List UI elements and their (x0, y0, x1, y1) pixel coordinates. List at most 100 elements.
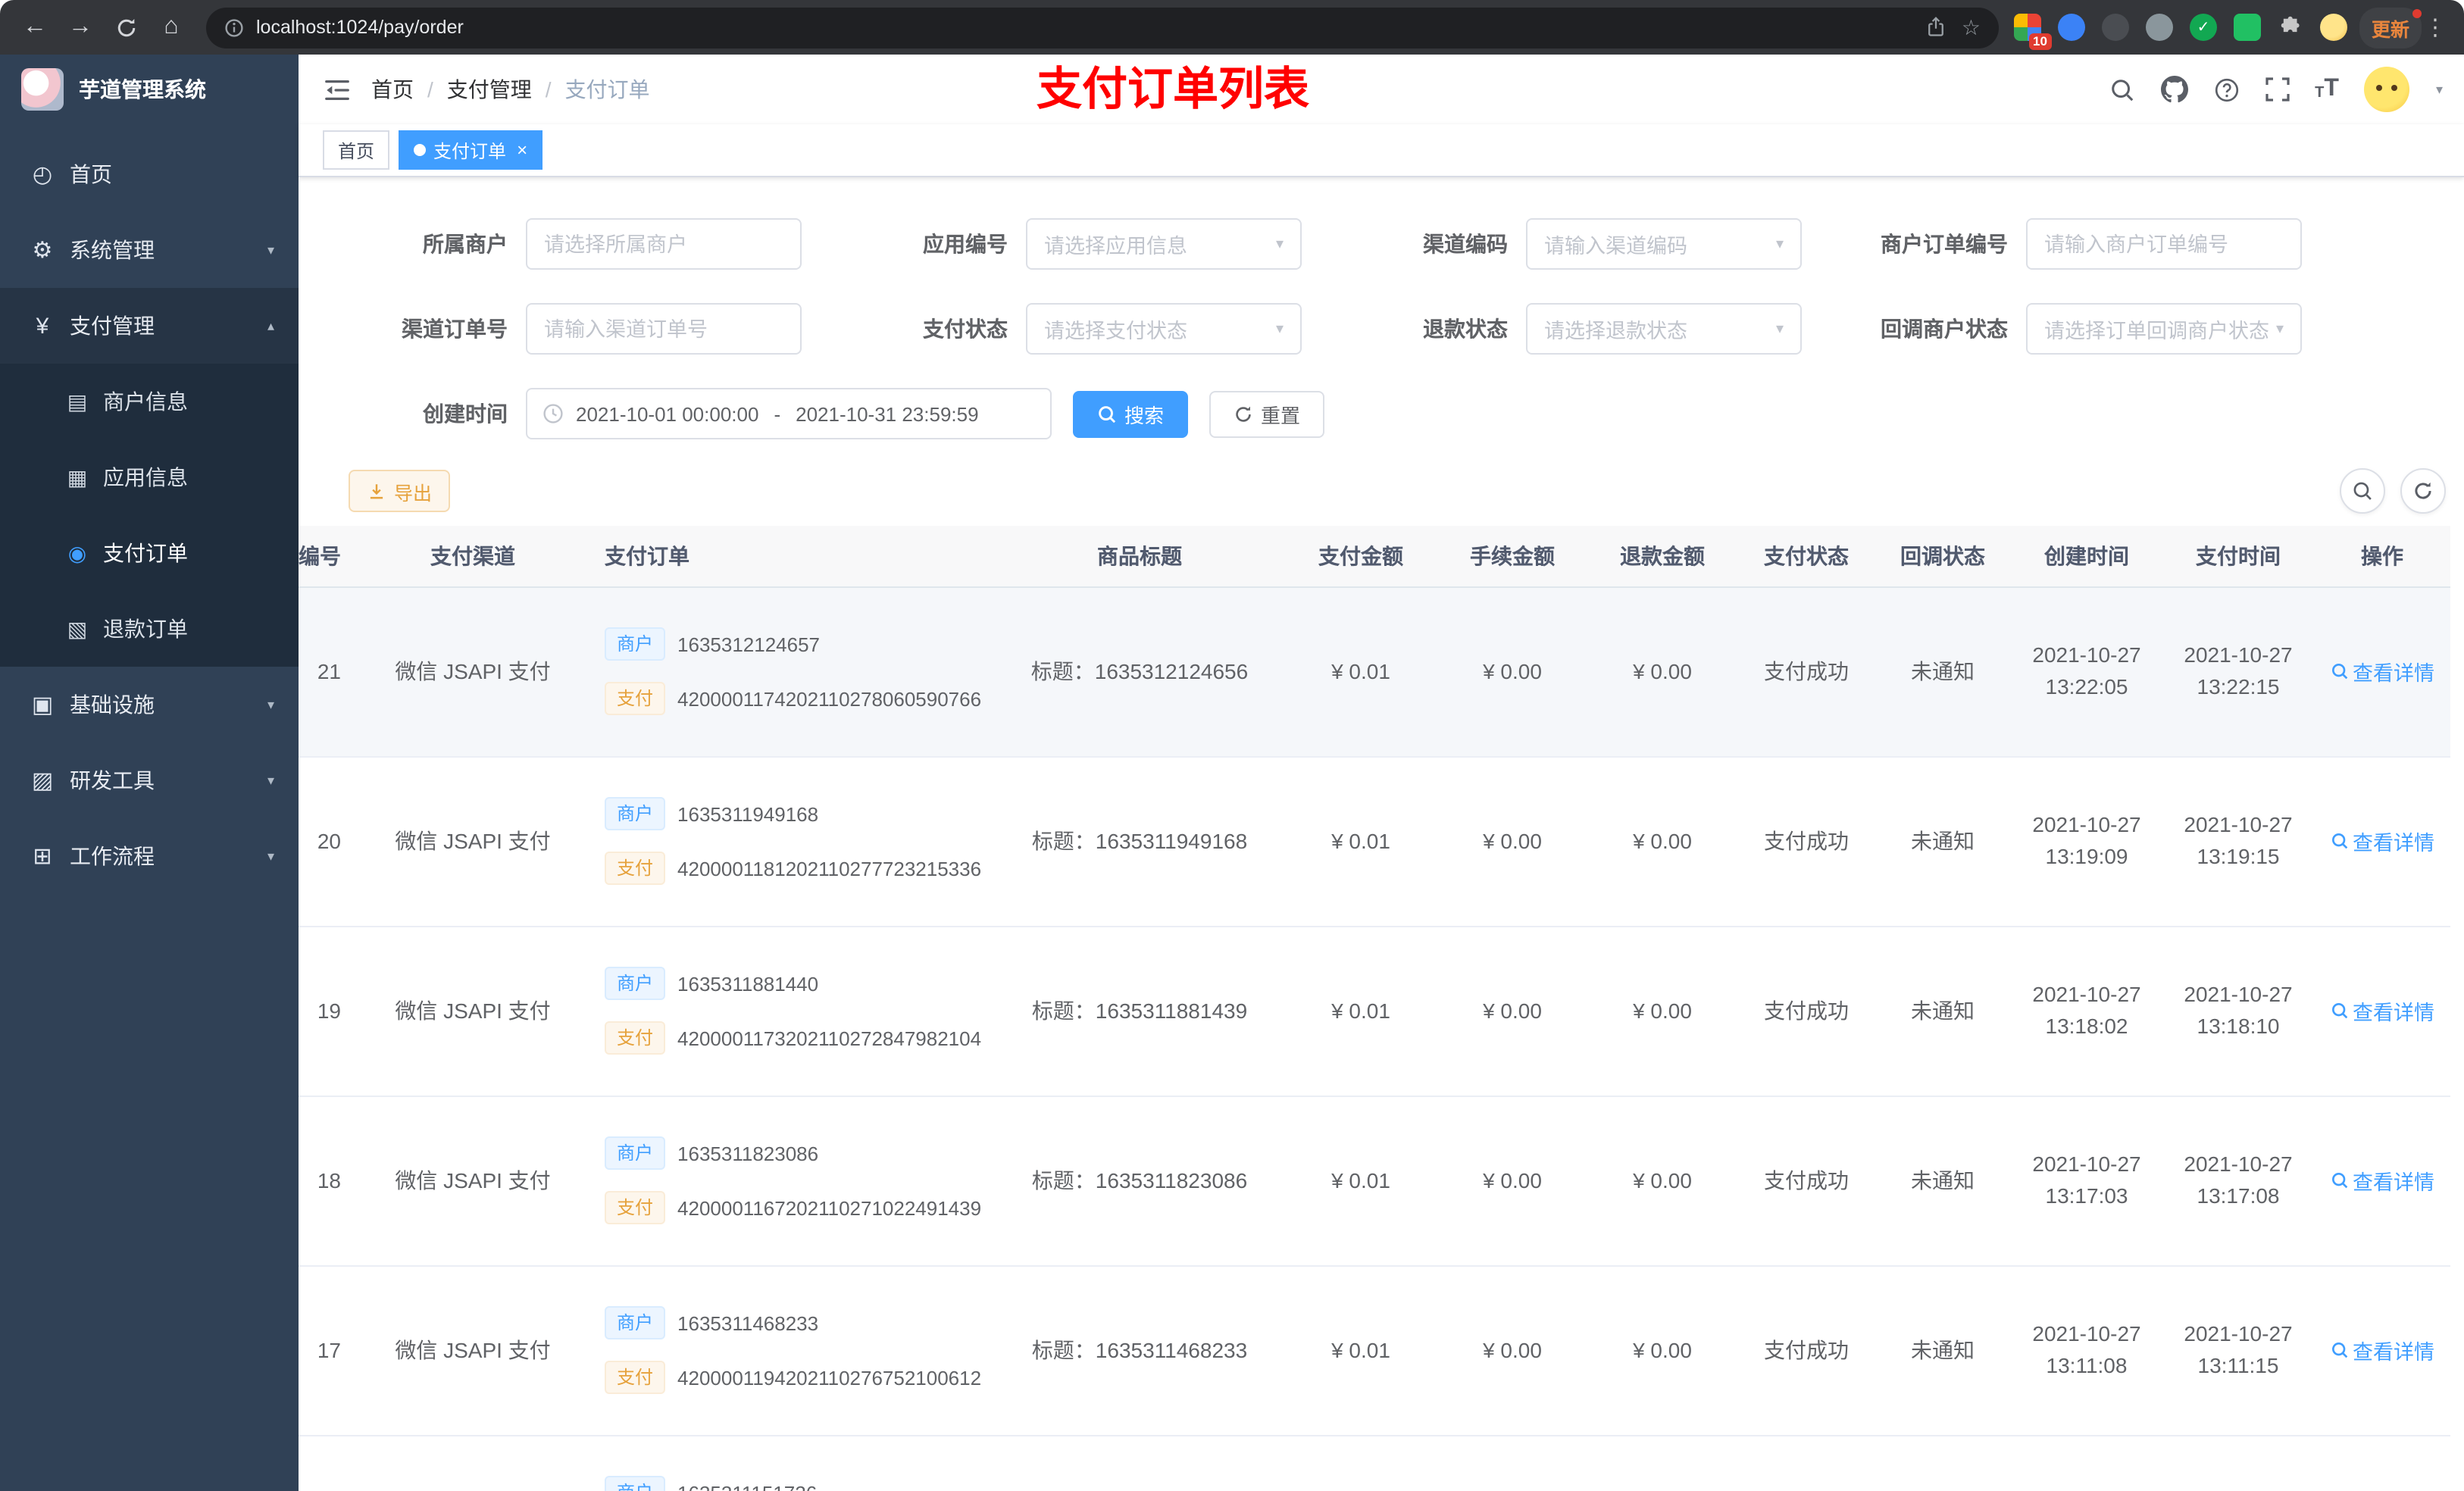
field-merchant-order-no: 商户订单编号 (1817, 218, 2317, 270)
date-start[interactable]: 2021-10-01 00:00:00 (576, 402, 758, 425)
refresh-icon (1236, 405, 1251, 421)
tab-pay-order[interactable]: 支付订单 × (399, 130, 543, 170)
close-tab-icon[interactable]: × (517, 139, 527, 161)
merchant-input[interactable] (526, 218, 802, 270)
table-header-row: 编号 支付渠道 支付订单 商品标题 支付金额 手续金额 退款金额 支付状态 回调… (299, 526, 2450, 587)
sidebar-item-merchant-info[interactable]: ▤ 商户信息 (0, 364, 299, 439)
update-button[interactable]: 更新 (2359, 7, 2422, 48)
header-actions: TT ▾ (2109, 67, 2464, 112)
pay-status-select[interactable]: 请选择支付状态 ▾ (1026, 303, 1302, 355)
notify-status-select[interactable]: 请选择订单回调商户状态 ▾ (2026, 303, 2302, 355)
channel-code-select[interactable]: 请输入渠道编码 ▾ (1526, 218, 1802, 270)
search-icon[interactable] (2109, 77, 2134, 102)
col-title: 商品标题 (996, 526, 1284, 587)
sidebar: 芋道管理系统 ◴ 首页 ⚙ 系统管理 ▾ ¥ 支付管理 ▴ ▤ 商户信息 ▦ 应… (0, 55, 299, 1491)
browser-profile-avatar[interactable] (2319, 14, 2347, 41)
tab-home[interactable]: 首页 (323, 130, 390, 170)
reset-button[interactable]: 重置 (1209, 390, 1325, 437)
chevron-down-icon: ▾ (267, 848, 274, 863)
merchant-order-no-input[interactable] (2026, 218, 2302, 270)
extension-check-icon[interactable]: ✓ (2189, 14, 2217, 41)
address-bar[interactable]: localhost:1024/pay/order ☆ (206, 7, 1999, 48)
sidebar-fold-icon[interactable] (299, 75, 371, 104)
extension-badge: 10 (2028, 33, 2052, 50)
logo-image (21, 68, 64, 111)
orders-table: 编号 支付渠道 支付订单 商品标题 支付金额 手续金额 退款金额 支付状态 回调… (299, 526, 2464, 1491)
toggle-search-icon[interactable] (2340, 468, 2385, 514)
view-detail-link[interactable]: 查看详情 (2330, 826, 2434, 856)
forward-icon[interactable]: → (61, 8, 100, 47)
pay-tag: 支付 (605, 1191, 666, 1224)
url-text[interactable]: localhost:1024/pay/order (256, 17, 1915, 38)
avatar-caret-icon[interactable]: ▾ (2436, 81, 2443, 98)
view-detail-link[interactable]: 查看详情 (2330, 1165, 2434, 1196)
search-button[interactable]: 搜索 (1073, 390, 1189, 437)
sidebar-item-refund-order[interactable]: ▧ 退款订单 (0, 591, 299, 667)
tags-view-bar: 首页 支付订单 × (299, 124, 2464, 177)
sidebar-item-pay-order[interactable]: ◉ 支付订单 (0, 515, 299, 591)
font-size-icon[interactable]: TT (2315, 77, 2339, 102)
refresh-table-icon[interactable] (2400, 468, 2446, 514)
page-title-annotation: 支付订单列表 (1037, 65, 1309, 115)
sidebar-item-infrastructure[interactable]: ▣ 基础设施 ▾ (0, 667, 299, 742)
dev-tools-icon: ▨ (31, 768, 54, 794)
col-notify: 回调状态 (1875, 526, 2011, 587)
breadcrumb-separator: / (545, 77, 552, 102)
sidebar-item-label: 支付管理 (70, 314, 155, 338)
sidebar-item-label: 首页 (70, 162, 112, 186)
col-actions: 操作 (2314, 526, 2450, 587)
sidebar-item-app-info[interactable]: ▦ 应用信息 (0, 439, 299, 515)
browser-window: ← → ⌂ localhost:1024/pay/order ☆ 10 ✓ 更新… (0, 0, 2464, 1491)
sidebar-item-label: 系统管理 (70, 238, 155, 262)
user-avatar[interactable] (2364, 67, 2410, 112)
app-no-select[interactable]: 请选择应用信息 ▾ (1026, 218, 1302, 270)
view-detail-link[interactable]: 查看详情 (2330, 1335, 2434, 1365)
sidebar-item-label: 退款订单 (103, 617, 188, 641)
table-toolbar: 导出 (299, 456, 2464, 526)
browser-menu-icon[interactable]: ⋮ (2422, 14, 2449, 41)
breadcrumb-section[interactable]: 支付管理 (447, 74, 532, 105)
date-separator: - (774, 402, 781, 425)
sidebar-item-label: 应用信息 (103, 465, 188, 489)
sidebar-item-dev-tools[interactable]: ▨ 研发工具 ▾ (0, 742, 299, 818)
view-detail-link[interactable]: 查看详情 (2330, 996, 2434, 1026)
github-icon[interactable] (2160, 76, 2188, 103)
sidebar-item-workflow[interactable]: ⊞ 工作流程 ▾ (0, 818, 299, 894)
puzzle-extensions-icon[interactable] (2278, 14, 2303, 40)
field-merchant: 所属商户 (317, 218, 817, 270)
extension-grid-icon[interactable]: 10 (2013, 14, 2052, 50)
app-grid-icon: ▦ (67, 464, 88, 489)
fullscreen-icon[interactable] (2265, 77, 2289, 102)
back-icon[interactable]: ← (15, 8, 55, 47)
chevron-down-icon: ▾ (267, 696, 274, 711)
help-icon[interactable] (2213, 77, 2239, 102)
refund-status-select[interactable]: 请选择退款状态 ▾ (1526, 303, 1802, 355)
extension-blue-icon[interactable] (2057, 14, 2085, 41)
detail-search-icon (2331, 1343, 2347, 1358)
view-detail-link[interactable]: 查看详情 (2330, 656, 2434, 686)
table-row: 20 微信 JSAPI 支付 商户 1635311949168 支付 4200001… (299, 756, 2450, 927)
extension-gray-icon[interactable] (2145, 14, 2173, 41)
export-button[interactable]: 导出 (349, 470, 451, 512)
sidebar-item-system[interactable]: ⚙ 系统管理 ▾ (0, 212, 299, 288)
date-range-picker[interactable]: 2021-10-01 00:00:00 - 2021-10-31 23:59:5… (526, 388, 1052, 439)
bookmark-star-icon[interactable]: ☆ (1962, 14, 1981, 40)
share-icon[interactable] (1927, 17, 1946, 38)
extension-green-square-icon[interactable] (2233, 14, 2261, 41)
extensions-area: 10 ✓ (2013, 14, 2347, 50)
home-icon[interactable]: ⌂ (152, 8, 191, 47)
reload-icon[interactable] (106, 8, 145, 47)
breadcrumb-home[interactable]: 首页 (371, 74, 414, 105)
app-logo[interactable]: 芋道管理系统 (0, 55, 299, 124)
pay-tag: 支付 (605, 852, 666, 885)
extension-dark-icon[interactable] (2101, 14, 2129, 41)
detail-search-icon (2331, 1003, 2347, 1019)
sidebar-item-home[interactable]: ◴ 首页 (0, 136, 299, 212)
sidebar-item-payment[interactable]: ¥ 支付管理 ▴ (0, 288, 299, 364)
site-info-icon[interactable] (224, 17, 244, 37)
merchant-tag: 商户 (605, 1306, 666, 1339)
channel-order-no-input[interactable] (526, 303, 802, 355)
date-end[interactable]: 2021-10-31 23:59:59 (796, 402, 978, 425)
breadcrumb-separator: / (427, 77, 433, 102)
workflow-icon: ⊞ (33, 844, 52, 870)
